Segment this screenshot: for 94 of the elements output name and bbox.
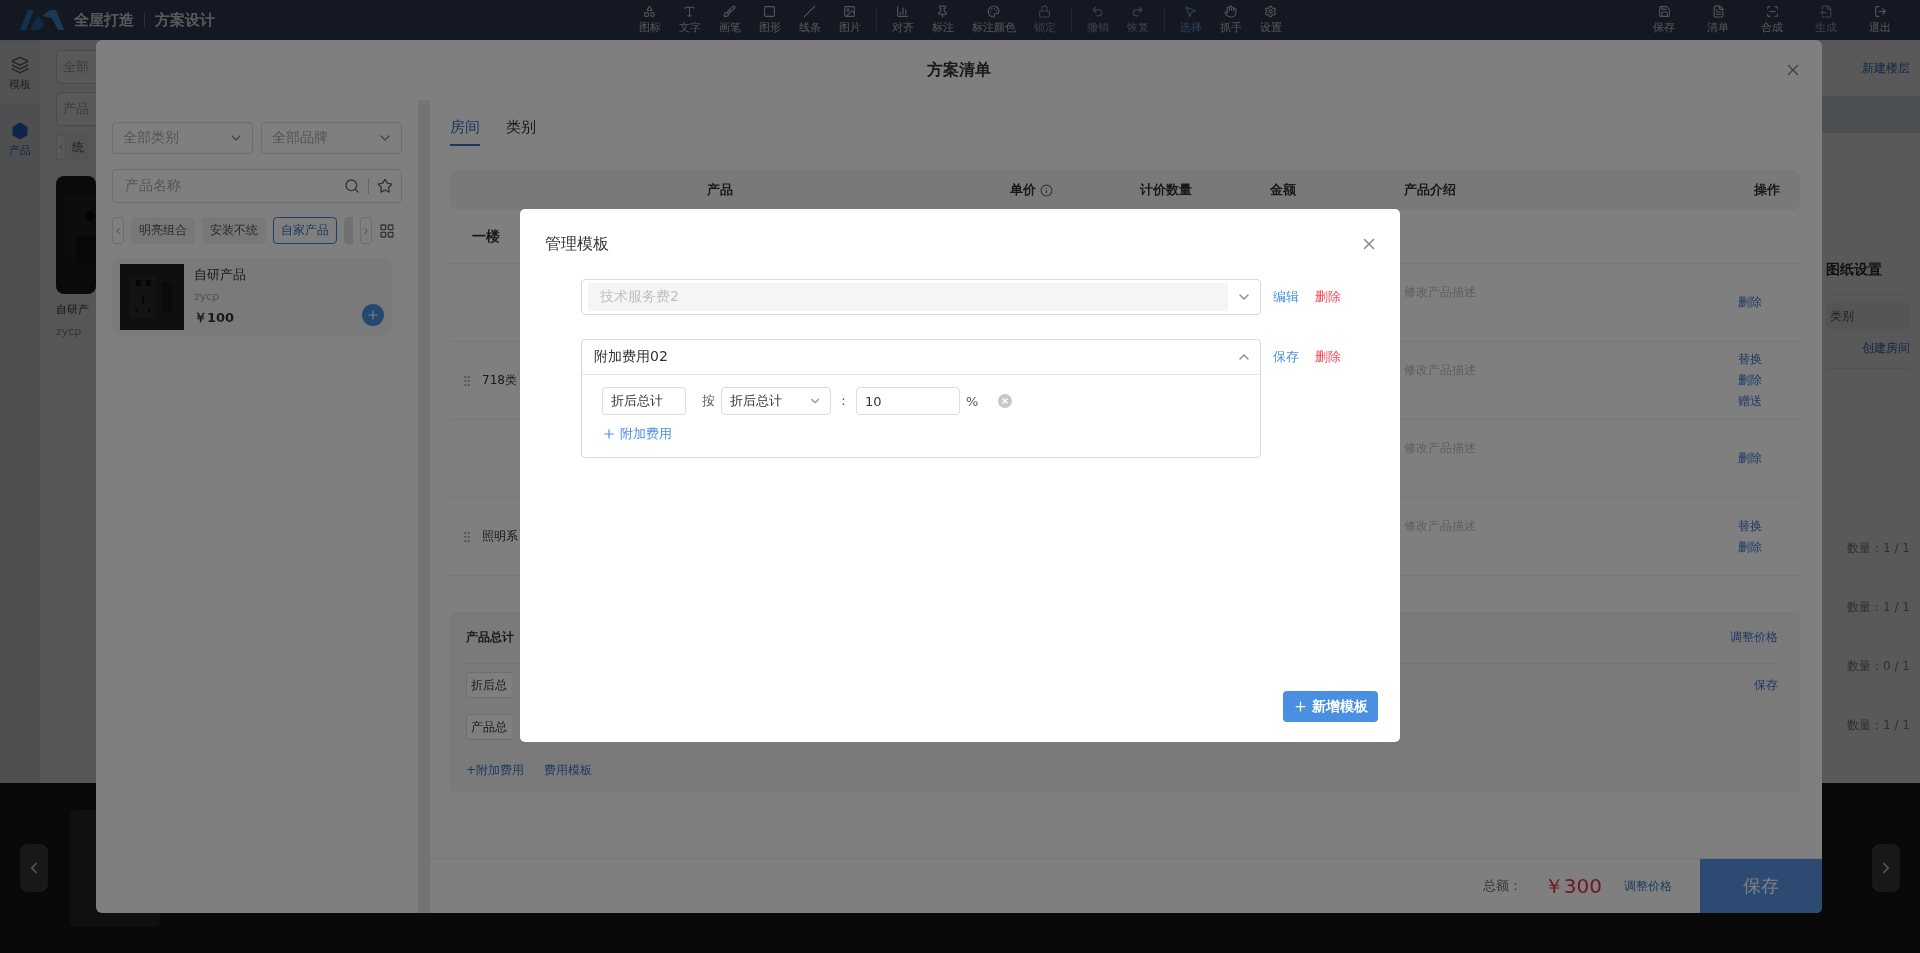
search-icon[interactable] xyxy=(344,178,360,194)
logo-icon xyxy=(20,10,64,30)
colon-label: ： xyxy=(837,392,850,410)
settings-icon xyxy=(1264,5,1277,18)
new-floor-link[interactable]: 新建楼层 xyxy=(1862,59,1910,77)
document-icon xyxy=(1711,5,1725,18)
line-icon xyxy=(803,5,816,18)
total-amount: ￥300 xyxy=(1543,872,1602,900)
action-link[interactable]: 替换 xyxy=(1738,517,1762,535)
square-icon xyxy=(763,5,776,18)
scan-icon xyxy=(1765,5,1779,18)
next-button[interactable] xyxy=(1872,844,1900,892)
product-price: ￥100 xyxy=(194,309,236,327)
action-link[interactable]: 删除 xyxy=(1315,348,1341,366)
input-field[interactable]: 折后总 xyxy=(466,672,512,698)
category-chip[interactable]: 自家产品 xyxy=(273,217,337,244)
action-link[interactable]: 赠送 xyxy=(1738,393,1762,410)
action-link[interactable]: 删除 xyxy=(1315,288,1341,306)
action-link[interactable]: 替换 xyxy=(1738,351,1762,368)
chevron-left-icon xyxy=(57,142,65,152)
dialog-title: 方案清单 xyxy=(927,59,991,81)
add-template-button[interactable]: 新增模板 xyxy=(1283,691,1378,722)
adjust-price-link[interactable]: 调整价格 xyxy=(1730,629,1778,646)
tab[interactable]: 房间 xyxy=(450,110,480,146)
action-link[interactable]: 删除 xyxy=(1738,538,1762,556)
undo-icon xyxy=(1091,5,1104,18)
column-header: 单价 xyxy=(1010,181,1036,199)
column-header: 产品 xyxy=(707,181,733,199)
input-field[interactable]: 产品总 xyxy=(466,714,512,740)
pin-icon xyxy=(936,5,949,18)
shapes-icon xyxy=(643,5,656,18)
app-subtitle: 方案设计 xyxy=(155,10,215,30)
grid-icon[interactable] xyxy=(379,222,395,239)
template-name: 附加费用02 xyxy=(594,348,668,366)
unit-label: % xyxy=(966,393,979,409)
column-header: 金额 xyxy=(1270,181,1296,199)
product-name: 照明系 xyxy=(482,528,518,545)
input-field[interactable]: 折后总计 xyxy=(602,387,686,415)
product-name: 自研产品 xyxy=(194,266,247,284)
plus-icon xyxy=(366,308,380,322)
export-icon xyxy=(1819,5,1833,18)
pointer-icon xyxy=(1184,5,1197,18)
chevron-left-icon xyxy=(113,225,123,236)
adjust-price-link[interactable]: 调整价格 xyxy=(1624,877,1672,895)
bar-chart-icon xyxy=(896,5,909,18)
category-chip[interactable]: 安装不统 xyxy=(202,217,266,244)
column-header: 计价数量 xyxy=(1140,181,1192,199)
column-header: 产品介绍 xyxy=(1404,181,1456,199)
column-header: 操作 xyxy=(1754,181,1780,199)
palette-icon xyxy=(987,5,1000,18)
logout-icon xyxy=(1873,5,1887,18)
chevron-right-icon xyxy=(361,225,371,236)
save-button[interactable]: 保存 xyxy=(1700,858,1822,913)
create-room-link[interactable]: 创建房间 xyxy=(1862,340,1910,357)
action-link[interactable]: 删除 xyxy=(1738,450,1762,467)
scroll-left-button[interactable] xyxy=(112,217,124,244)
lock-icon xyxy=(1038,5,1051,18)
image-icon xyxy=(843,5,856,18)
cube-icon xyxy=(11,122,29,140)
action-link[interactable]: 删除 xyxy=(1738,294,1762,311)
scroll-left-button[interactable] xyxy=(56,134,66,160)
brand-name: 全屋打造 xyxy=(74,10,134,30)
fee-link[interactable]: +附加费用 xyxy=(466,761,525,779)
action-link[interactable]: 删除 xyxy=(1738,372,1762,389)
add-button[interactable] xyxy=(362,304,384,326)
plus-icon xyxy=(602,427,616,441)
tab[interactable]: 类别 xyxy=(506,110,536,146)
total-label: 总额： xyxy=(1482,877,1522,895)
redo-icon xyxy=(1131,5,1144,18)
panel-title: 图纸设置 xyxy=(1826,245,1910,295)
basis-select[interactable]: 折后总计 xyxy=(721,387,831,415)
scroll-right-button[interactable] xyxy=(360,217,372,244)
product-name: 718类 xyxy=(482,372,517,389)
by-label: 按 xyxy=(702,392,715,410)
brush-icon xyxy=(723,5,736,18)
category-chip[interactable]: 明亮组合 xyxy=(131,217,195,244)
save-icon xyxy=(1657,5,1671,18)
clear-icon[interactable] xyxy=(998,394,1013,408)
dialog-title: 管理模板 xyxy=(545,233,609,255)
previous-button[interactable] xyxy=(20,844,48,892)
action-link[interactable]: 编辑 xyxy=(1273,288,1299,306)
hand-icon xyxy=(1224,5,1237,18)
layers-icon xyxy=(11,56,29,74)
plus-icon xyxy=(1293,699,1308,714)
star-icon[interactable] xyxy=(377,178,393,194)
input-field[interactable]: 10 xyxy=(856,387,960,415)
text-icon xyxy=(683,5,696,18)
summary-title: 产品总计 xyxy=(466,629,514,646)
info-icon xyxy=(1040,183,1053,197)
fee-link[interactable]: 费用模板 xyxy=(544,761,593,779)
splitter-bar[interactable] xyxy=(418,100,430,913)
add-fee-button[interactable]: 附加费用 xyxy=(602,425,672,443)
action-link[interactable]: 保存 xyxy=(1273,348,1299,366)
save-link[interactable]: 保存 xyxy=(1754,676,1778,694)
